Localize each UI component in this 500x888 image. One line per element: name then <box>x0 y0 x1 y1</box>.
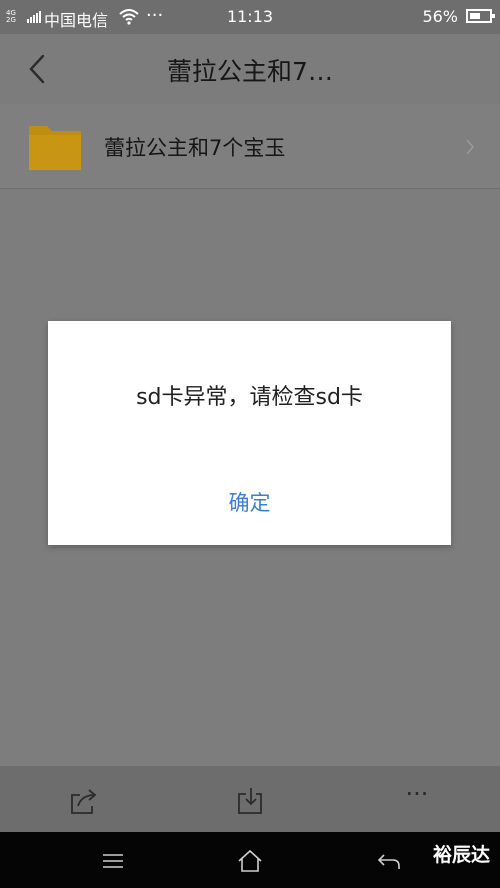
home-icon[interactable] <box>237 848 263 874</box>
chevron-right-icon <box>466 139 474 155</box>
download-icon[interactable] <box>236 786 266 816</box>
system-nav-bar: 裕辰达 <box>0 832 500 888</box>
more-icon[interactable]: ··· <box>401 782 433 814</box>
bottom-toolbar: ··· <box>0 766 500 832</box>
folder-name: 蕾拉公主和7个宝玉 <box>104 136 286 160</box>
back-icon[interactable] <box>376 848 402 874</box>
menu-icon[interactable] <box>100 848 126 874</box>
error-dialog: sd卡异常，请检查sd卡 确定 <box>48 321 451 545</box>
battery-fill <box>470 13 481 19</box>
dialog-message: sd卡异常，请检查sd卡 <box>136 385 363 410</box>
share-icon[interactable] <box>69 786 99 816</box>
watermark: 裕辰达 <box>432 844 490 866</box>
battery-percent: 56% <box>422 7 458 26</box>
battery-icon <box>466 9 495 23</box>
confirm-button[interactable]: 确定 <box>198 481 301 525</box>
status-bar: 4G 2G 中国电信 ··· 11:13 56% <box>0 0 500 34</box>
folder-icon <box>29 126 81 170</box>
page-title: 蕾拉公主和7… <box>167 57 333 86</box>
folder-list-item[interactable]: 蕾拉公主和7个宝玉 <box>0 104 500 189</box>
header: 蕾拉公主和7… <box>0 34 500 104</box>
